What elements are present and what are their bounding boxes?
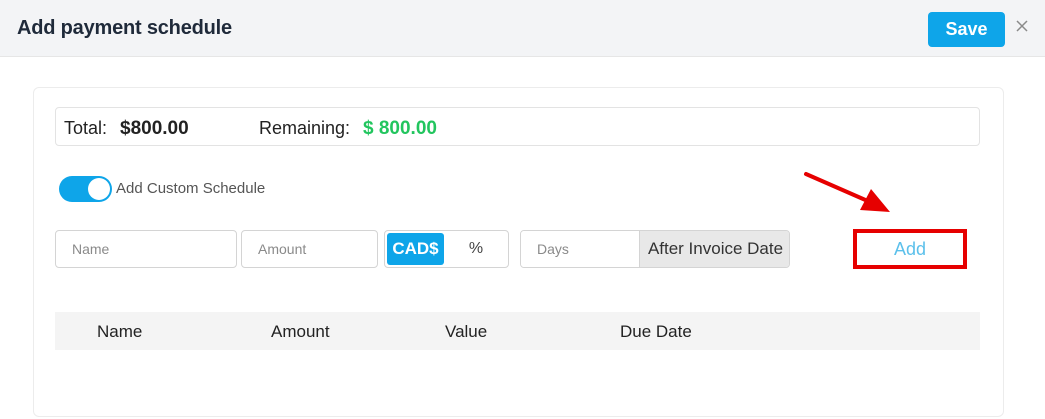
toggle-knob <box>88 178 110 200</box>
unit-option-percent[interactable]: % <box>445 233 507 265</box>
add-button[interactable]: Add <box>857 233 963 265</box>
column-header-name: Name <box>97 322 143 341</box>
total-value: $800.00 <box>120 118 189 139</box>
red-arrow-annotation <box>804 172 890 212</box>
days-input[interactable] <box>521 231 639 267</box>
column-header-due-date: Due Date <box>620 322 692 341</box>
totals-summary: Total: $800.00 Remaining: $ 800.00 <box>55 107 980 146</box>
custom-schedule-label: Add Custom Schedule <box>116 180 266 197</box>
remaining-value: $ 800.00 <box>363 118 437 139</box>
days-field-group: After Invoice Date <box>520 230 790 268</box>
dialog-header: Add payment schedule Save <box>0 0 1045 57</box>
custom-schedule-toggle[interactable] <box>59 176 112 202</box>
days-suffix-label: After Invoice Date <box>639 231 789 267</box>
close-icon[interactable] <box>1015 19 1029 33</box>
total-label: Total: <box>64 118 108 138</box>
dialog-title: Add payment schedule <box>17 17 232 39</box>
remaining-label: Remaining: <box>259 118 351 138</box>
column-header-value: Value <box>445 322 488 341</box>
unit-toggle-group: CAD$ % <box>384 230 509 268</box>
amount-input[interactable] <box>241 230 378 268</box>
name-input[interactable] <box>55 230 237 268</box>
save-button[interactable]: Save <box>928 12 1005 47</box>
column-header-amount: Amount <box>271 322 330 341</box>
schedule-table-header: Name Amount Value Due Date <box>55 312 980 350</box>
unit-option-cad[interactable]: CAD$ <box>387 233 444 265</box>
